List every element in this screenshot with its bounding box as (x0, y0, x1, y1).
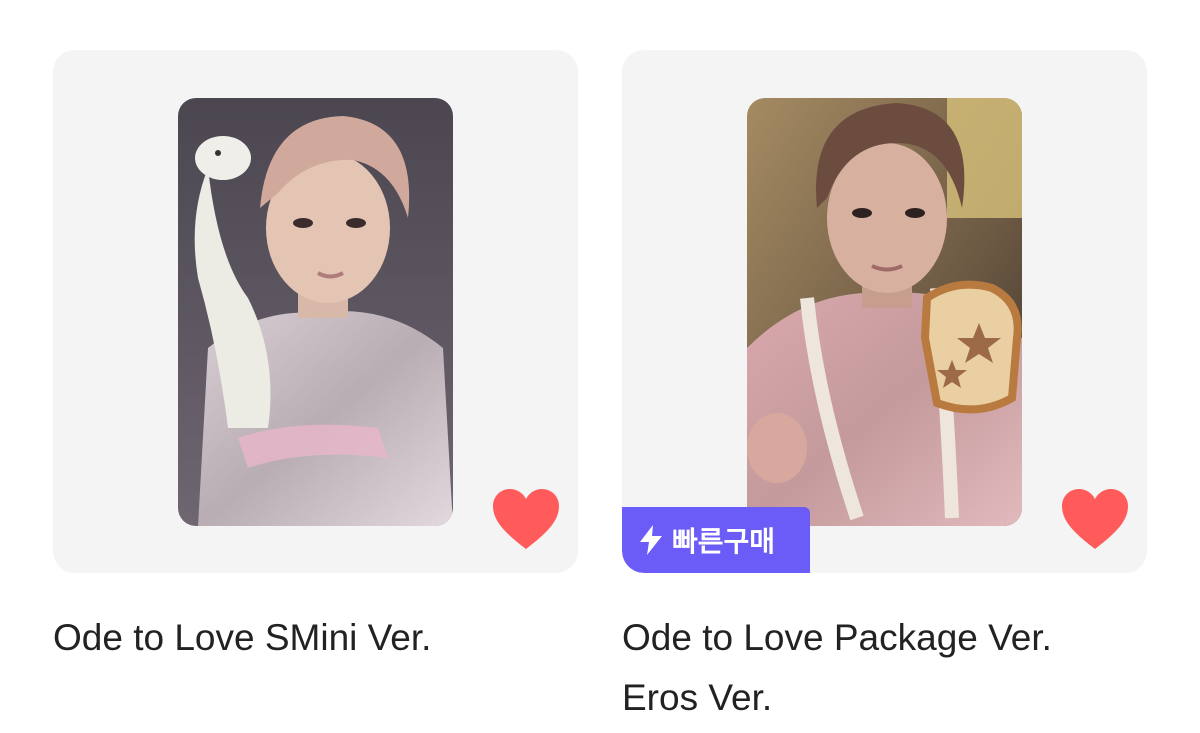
product-grid: Ode to Love SMini Ver. 빠른구매 Ode to Love … (0, 0, 1200, 733)
photocard-image[interactable] (178, 98, 453, 526)
product-card-2[interactable]: 빠른구매 (622, 50, 1147, 573)
heart-icon[interactable] (491, 487, 561, 551)
heart-icon[interactable] (1060, 487, 1130, 551)
fast-purchase-badge: 빠른구매 (622, 507, 810, 573)
product-title-line-2: Eros Ver. (622, 677, 773, 718)
fast-purchase-label: 빠른구매 (672, 525, 776, 558)
product-title[interactable]: Ode to Love SMini Ver. (53, 608, 593, 668)
photocard-image[interactable] (747, 98, 1022, 526)
product-title-line-1: Ode to Love Package Ver. (622, 617, 1052, 658)
product-title[interactable]: Ode to Love Package Ver. Eros Ver. (622, 608, 1182, 728)
product-card-1[interactable] (53, 50, 578, 573)
lightning-icon (640, 525, 662, 555)
